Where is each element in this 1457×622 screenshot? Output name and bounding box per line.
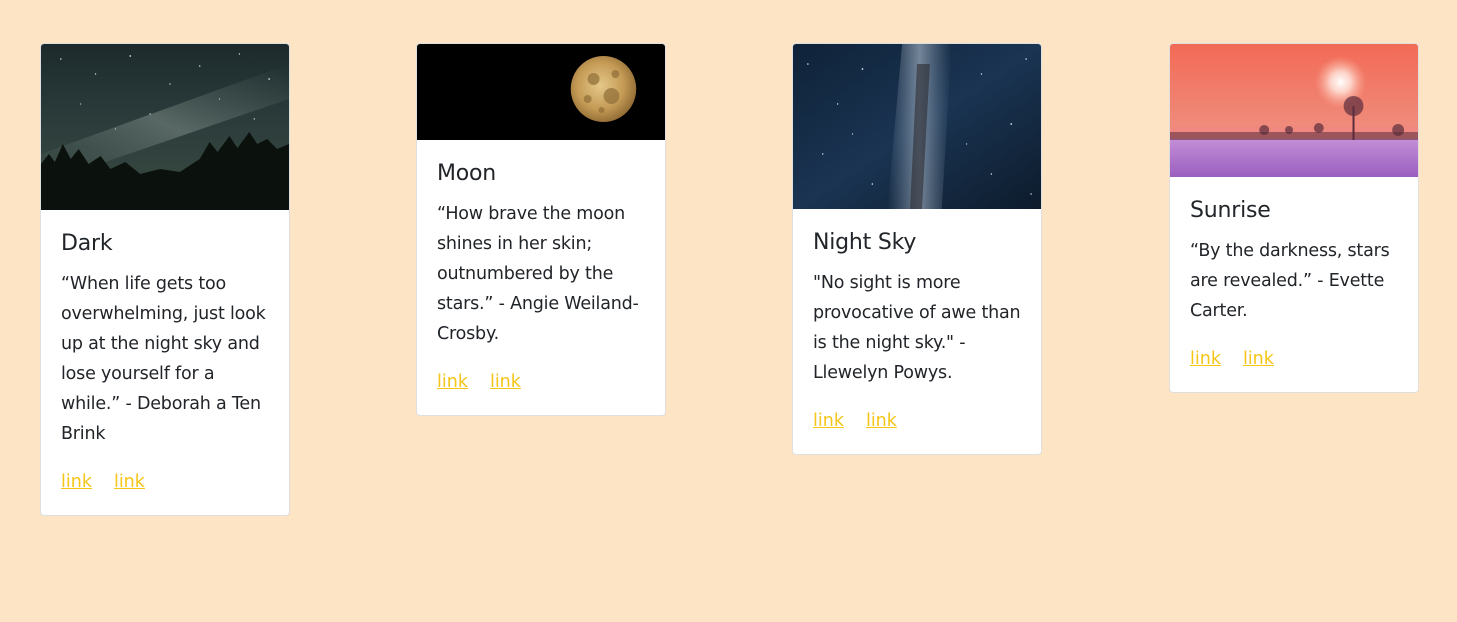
card-moon: Moon “How brave the moon shines in her s…	[416, 43, 666, 416]
card-title: Moon	[437, 161, 497, 186]
card-title: Sunrise	[1190, 198, 1271, 223]
dark-forest-night-image	[41, 44, 289, 210]
card-links: link link	[1190, 346, 1398, 372]
card-link-1[interactable]: link	[1190, 349, 1221, 369]
card-dark: Dark “When life gets too overwhelming, j…	[40, 43, 290, 516]
card-quote: "No sight is more provocative of awe tha…	[813, 273, 1021, 383]
card-night-sky: Night Sky "No sight is more provocative …	[792, 43, 1042, 455]
card-quote: “When life gets too overwhelming, just l…	[61, 274, 266, 444]
card-links: link link	[813, 408, 1021, 434]
full-moon-image	[417, 44, 665, 140]
card-title: Night Sky	[813, 230, 917, 255]
card-title: Dark	[61, 231, 113, 256]
card-quote: “How brave the moon shines in her skin; …	[437, 204, 639, 344]
card-link-1[interactable]: link	[61, 472, 92, 492]
card-link-2[interactable]: link	[866, 411, 897, 431]
sunrise-snowfield-image	[1170, 44, 1418, 177]
card-links: link link	[61, 469, 269, 495]
card-body: Sunrise “By the darkness, stars are reve…	[1170, 177, 1418, 392]
milky-way-image	[793, 44, 1041, 209]
card-link-1[interactable]: link	[437, 372, 468, 392]
card-sunrise: Sunrise “By the darkness, stars are reve…	[1169, 43, 1419, 393]
card-body: Dark “When life gets too overwhelming, j…	[41, 210, 289, 515]
card-body: Moon “How brave the moon shines in her s…	[417, 140, 665, 415]
card-body: Night Sky "No sight is more provocative …	[793, 209, 1041, 454]
card-link-1[interactable]: link	[813, 411, 844, 431]
card-link-2[interactable]: link	[114, 472, 145, 492]
card-quote: “By the darkness, stars are revealed.” -…	[1190, 241, 1390, 321]
card-link-2[interactable]: link	[490, 372, 521, 392]
card-link-2[interactable]: link	[1243, 349, 1274, 369]
card-links: link link	[437, 369, 645, 395]
